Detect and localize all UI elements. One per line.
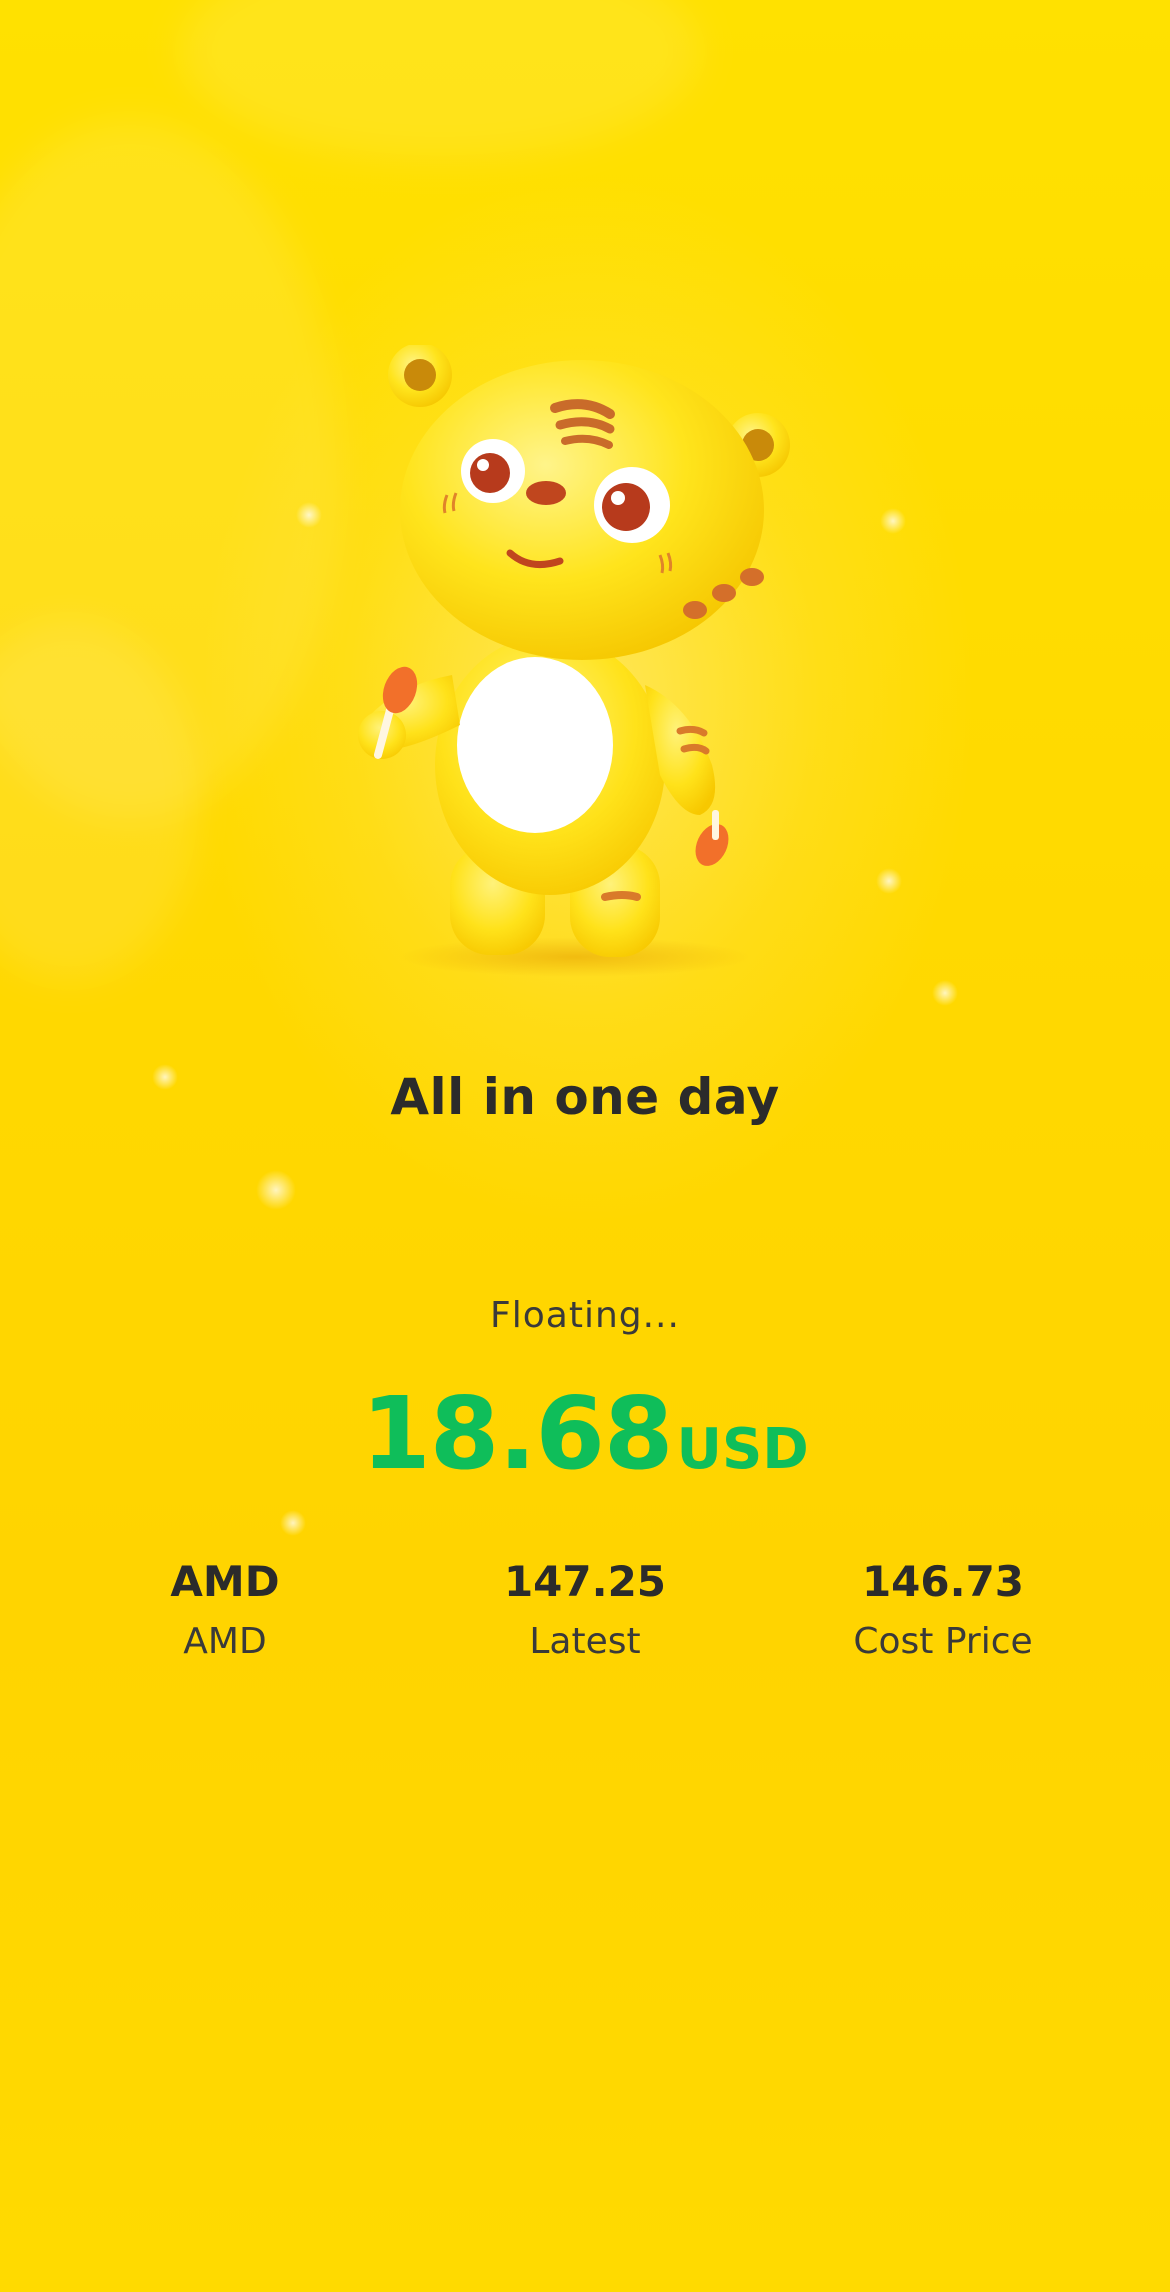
stat-latest: 147.25 Latest <box>435 1552 735 1672</box>
stat-cost-price-value: 146.73 <box>861 1557 1025 1606</box>
sparkle-decoration <box>296 502 322 528</box>
tiger-mascot-icon <box>358 345 790 977</box>
sparkle-decoration <box>932 980 958 1006</box>
sparkle-decoration <box>876 868 902 894</box>
sparkle-decoration <box>280 1510 306 1536</box>
stat-latest-value: 147.25 <box>503 1557 667 1606</box>
background-smoke <box>180 0 700 160</box>
stat-symbol-label: AMD <box>183 1621 267 1662</box>
share-card: All in one day Floating... 18.68USD AMD … <box>0 0 1170 2292</box>
sparkle-decoration <box>880 508 906 534</box>
floating-pl-value: 18.68 <box>361 1375 673 1492</box>
floating-label: Floating... <box>490 1295 680 1336</box>
floating-pl: 18.68USD <box>0 1375 1170 1492</box>
sparkle-decoration <box>256 1170 296 1210</box>
stat-symbol-value: AMD <box>170 1557 280 1606</box>
stat-latest-label: Latest <box>529 1621 641 1662</box>
stat-symbol: AMD AMD <box>75 1552 375 1672</box>
stats-row: AMD AMD 147.25 Latest 146.73 Cost Price <box>0 1552 1170 1672</box>
stat-cost-price: 146.73 Cost Price <box>793 1552 1093 1672</box>
stat-cost-price-label: Cost Price <box>853 1621 1033 1662</box>
floating-pl-unit: USD <box>676 1417 809 1482</box>
headline-title: All in one day <box>390 1068 780 1126</box>
